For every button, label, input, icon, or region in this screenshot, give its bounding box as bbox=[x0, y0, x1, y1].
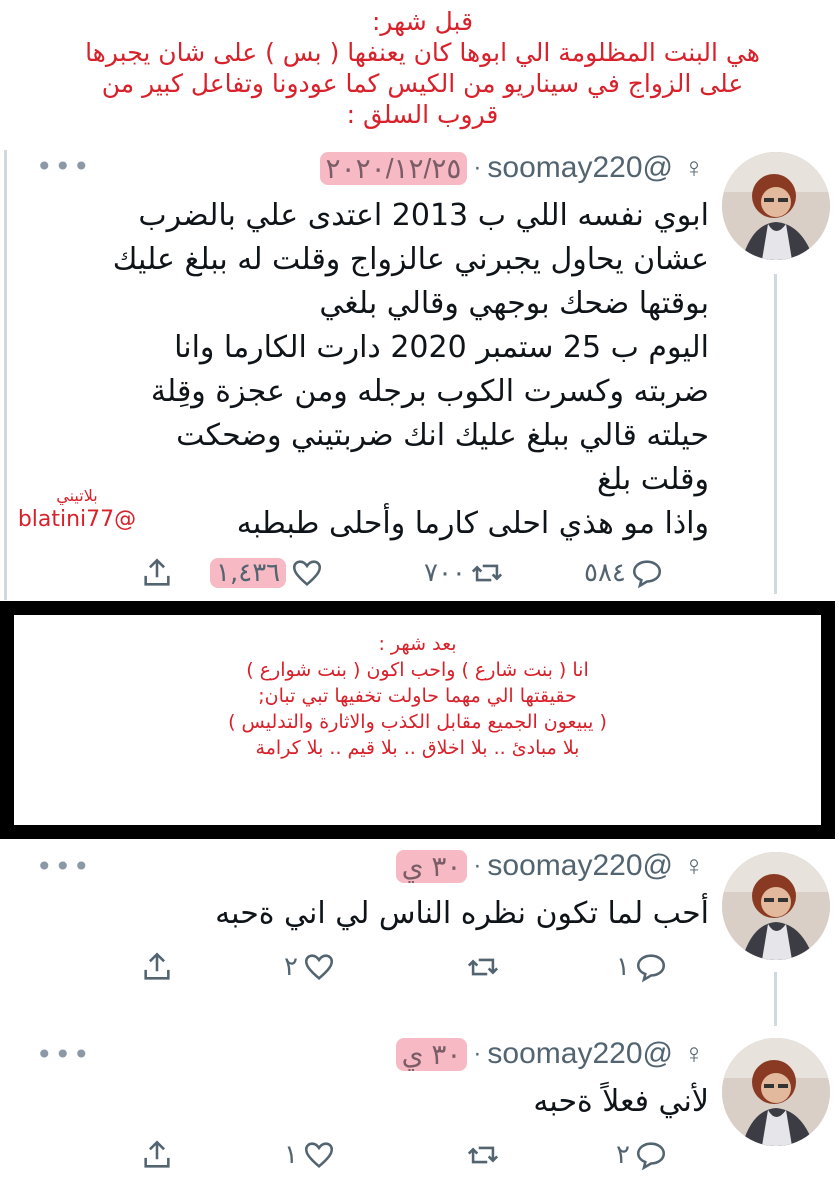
top-caption-heading: قبل شهر: bbox=[371, 7, 474, 36]
box-line: ( يبيعون الجميع مقابل الكذب والاثارة وال… bbox=[228, 711, 607, 733]
reply-bubble-icon bbox=[636, 1142, 665, 1171]
thread-line bbox=[774, 972, 777, 1026]
heart-icon bbox=[293, 560, 322, 587]
retweet-icon bbox=[471, 564, 502, 582]
thread-line bbox=[774, 274, 777, 594]
female-sign-icon: ♀ bbox=[683, 850, 705, 881]
retweet-count: ٧٠٠ bbox=[424, 558, 466, 588]
like-count: ١,٤٣٦ bbox=[210, 558, 287, 588]
separator-dot: · bbox=[473, 1040, 482, 1067]
username[interactable]: @soomay220 bbox=[487, 849, 673, 883]
top-caption-line: قروب السلق : bbox=[346, 100, 499, 129]
avatar[interactable] bbox=[722, 852, 830, 960]
watermark-handle: blatini77@ bbox=[17, 507, 137, 532]
share-icon bbox=[144, 952, 170, 980]
avatar[interactable] bbox=[722, 1038, 830, 1146]
box-line: انا ( بنت شارع ) واحب اكون ( بنت شوارع ) bbox=[246, 659, 589, 681]
retweet-button[interactable]: ٧٠٠ bbox=[424, 556, 504, 590]
reply-count: ٥٨٤ bbox=[584, 558, 626, 588]
watermark-name: بلاتيني bbox=[56, 486, 98, 505]
box-heading: بعد شهر : bbox=[378, 633, 457, 655]
tweet-date[interactable]: ٣٠ ي bbox=[395, 849, 468, 883]
more-dots-icon[interactable]: ••• bbox=[36, 150, 92, 183]
reply-bubble-icon bbox=[632, 560, 661, 589]
commentary-box: بعد شهر : انا ( بنت شارع ) واحب اكون ( ب… bbox=[0, 601, 835, 839]
avatar[interactable] bbox=[722, 152, 830, 260]
top-caption-line: هي البنت المظلومة الي ابوها كان يعنفها (… bbox=[85, 38, 760, 67]
tweet-text: لأني فعلاً ةحبه bbox=[533, 1084, 709, 1119]
retweet-icon bbox=[467, 1146, 499, 1164]
more-dots-icon[interactable]: ••• bbox=[36, 850, 92, 883]
separator-dot: · bbox=[473, 154, 482, 181]
username[interactable]: @soomay220 bbox=[487, 151, 673, 185]
share-button[interactable] bbox=[140, 1138, 174, 1172]
reply-count: ٢ bbox=[616, 1140, 630, 1170]
like-count: ١ bbox=[284, 1140, 298, 1170]
tweet-date[interactable]: ٢٠٢٠/١٢/٢٥ bbox=[319, 151, 468, 185]
reply-button[interactable]: ١ bbox=[616, 950, 668, 984]
more-dots-icon[interactable]: ••• bbox=[36, 1038, 92, 1071]
top-caption-line: على الزواج في سيناريو من الكيس كما عودون… bbox=[101, 69, 744, 98]
avatar-image bbox=[722, 852, 830, 960]
box-line: بلا مبادئ .. بلا اخلاق .. بلا قيم .. بلا… bbox=[255, 737, 580, 759]
tweet-header: ♀ @soomay220 · ٢٠٢٠/١٢/٢٥ bbox=[319, 148, 709, 188]
like-count: ٢ bbox=[284, 952, 298, 982]
reply-bubble-icon bbox=[636, 954, 665, 983]
share-button[interactable] bbox=[140, 556, 174, 590]
top-caption: قبل شهر: هي البنت المظلومة الي ابوها كان… bbox=[10, 6, 835, 130]
like-button[interactable]: ١ bbox=[284, 1138, 336, 1172]
tweet-header: ♀ @soomay220 · ٣٠ ي bbox=[395, 846, 709, 886]
avatar-image bbox=[722, 1038, 830, 1146]
heart-icon bbox=[304, 954, 333, 981]
watermark: بلاتيني blatini77@ bbox=[12, 486, 142, 534]
box-line: حقيقتها الي مهما حاولت تخفيها تبي تبان; bbox=[258, 685, 577, 707]
tweet-text: أحب لما تكون نظره الناس لي اني ةحبه bbox=[215, 896, 709, 931]
like-button[interactable]: ٢ bbox=[284, 950, 336, 984]
retweet-button[interactable] bbox=[466, 950, 500, 984]
reply-button[interactable]: ٢ bbox=[616, 1138, 668, 1172]
avatar-image bbox=[722, 152, 830, 260]
retweet-icon bbox=[467, 958, 499, 976]
reply-button[interactable]: ٥٨٤ bbox=[584, 556, 664, 590]
share-button[interactable] bbox=[140, 950, 174, 984]
separator-dot: · bbox=[473, 852, 482, 879]
tweet-date[interactable]: ٣٠ ي bbox=[395, 1037, 468, 1071]
share-icon bbox=[144, 558, 170, 586]
female-sign-icon: ♀ bbox=[683, 152, 705, 183]
reply-count: ١ bbox=[616, 952, 630, 982]
retweet-button[interactable] bbox=[466, 1138, 500, 1172]
share-icon bbox=[144, 1140, 170, 1168]
quote-bar bbox=[4, 150, 7, 600]
heart-icon bbox=[304, 1142, 333, 1169]
female-sign-icon: ♀ bbox=[683, 1038, 705, 1069]
tweet-header: ♀ @soomay220 · ٣٠ ي bbox=[395, 1034, 709, 1074]
like-button[interactable]: ١,٤٣٦ bbox=[210, 556, 324, 590]
username[interactable]: @soomay220 bbox=[487, 1037, 673, 1071]
